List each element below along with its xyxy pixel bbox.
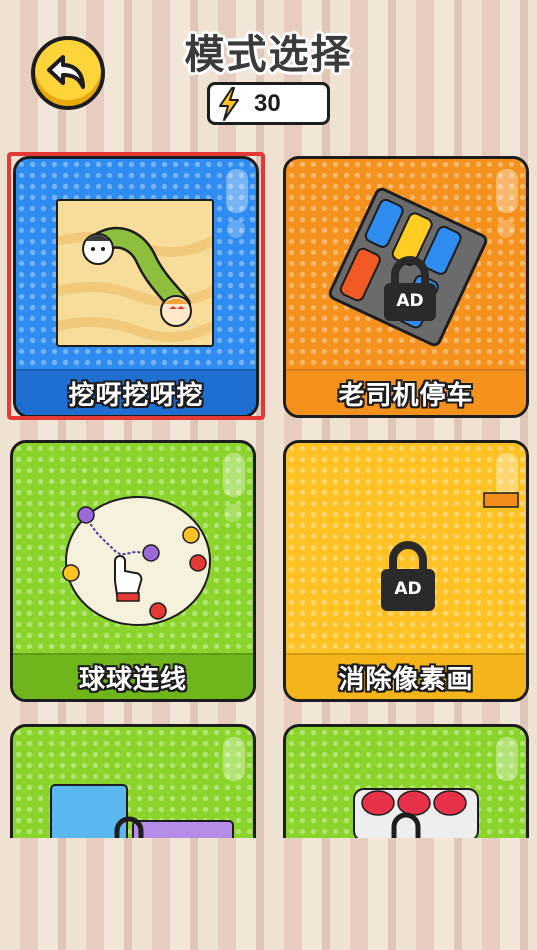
mode-label: 老司机停车 [286, 369, 526, 415]
energy-value: 30 [254, 89, 281, 117]
game-preview-meat [352, 781, 482, 842]
mode-card-parking[interactable]: AD 老司机停车 [283, 156, 529, 418]
mode-card-pixel[interactable]: AD 消除像素画 [283, 440, 529, 702]
game-preview-blocks [49, 783, 249, 852]
lightning-icon [219, 86, 239, 121]
game-preview-balls [53, 493, 223, 633]
lock-icon: AD [378, 539, 438, 617]
lock-icon: AD [380, 255, 440, 327]
decoration-icon [482, 449, 522, 533]
lock-ad-label: AD [394, 579, 422, 599]
selection-frame [7, 152, 265, 420]
lock-ad-label: AD [396, 291, 424, 311]
header: 模式选择 30 [0, 0, 537, 140]
energy-counter: 30 [207, 82, 330, 125]
mode-card-ball-connect[interactable]: 球球连线 [10, 440, 256, 702]
page-title: 模式选择 [184, 32, 353, 78]
mode-label: 球球连线 [13, 653, 253, 699]
bottom-background [0, 838, 537, 950]
mode-label: 消除像素画 [286, 653, 526, 699]
decoration-icon [482, 733, 522, 817]
